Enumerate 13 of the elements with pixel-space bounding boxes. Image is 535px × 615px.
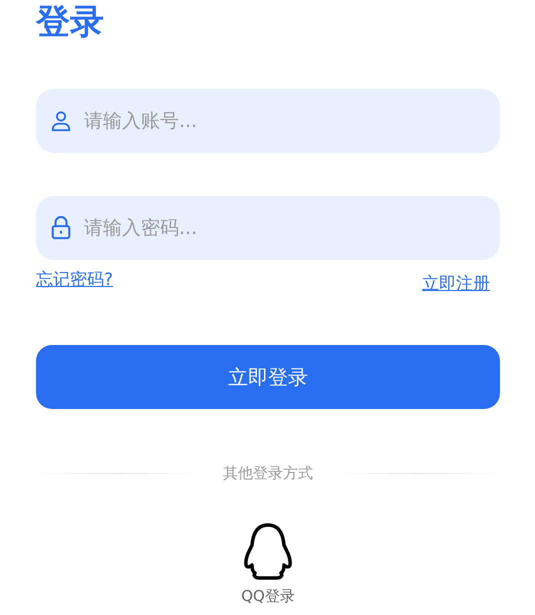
register-link[interactable]: 立即注册 (422, 272, 490, 295)
qq-login-button[interactable]: QQ登录 (241, 523, 295, 606)
account-input[interactable]: 请输入账号... (82, 109, 486, 133)
password-input[interactable]: 请输入密码... (82, 216, 486, 240)
password-field[interactable]: 请输入密码... (36, 196, 500, 260)
login-button[interactable]: 立即登录 (36, 345, 500, 409)
lock-icon (50, 216, 72, 240)
account-field[interactable]: 请输入账号... (36, 89, 500, 153)
penguin-icon (242, 523, 294, 581)
page-title: 登录 (36, 1, 105, 44)
user-icon (50, 110, 72, 132)
forgot-password-link[interactable]: 忘记密码? (36, 268, 114, 291)
other-login-label: 其他登录方式 (223, 464, 313, 483)
